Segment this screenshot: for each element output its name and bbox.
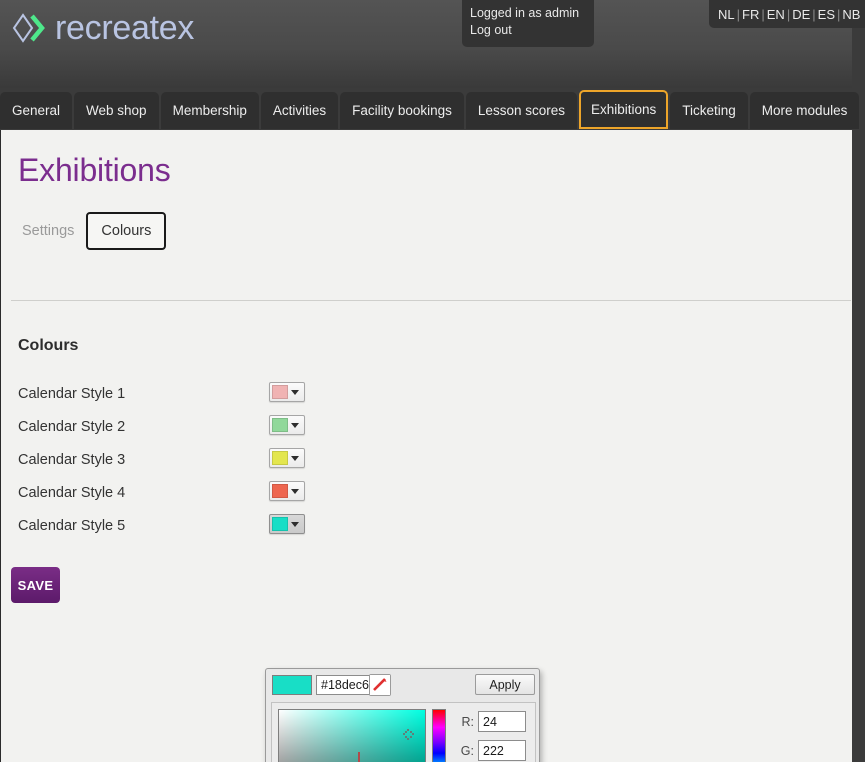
chevron-down-icon <box>291 522 299 527</box>
chevron-down-icon <box>291 423 299 428</box>
sub-tab-settings[interactable]: Settings <box>16 219 80 243</box>
logged-in-label: Logged in as admin <box>470 5 594 22</box>
module-nav-bar: GeneralWeb shopMembershipActivitiesFacil… <box>0 88 852 130</box>
sub-tab-colours[interactable]: Colours <box>86 212 166 250</box>
field-label-g: G: <box>458 744 474 758</box>
sub-tab-list: SettingsColours <box>16 212 166 250</box>
colour-swatch-dropdown-2[interactable] <box>269 415 305 435</box>
colour-row-label: Calendar Style 2 <box>18 419 125 435</box>
colour-row: Calendar Style 1 <box>1 382 852 415</box>
chevron-down-icon <box>291 456 299 461</box>
chevron-down-icon <box>291 390 299 395</box>
app-window: recreatex Logged in as admin Log out NL|… <box>0 0 865 762</box>
colour-row: Calendar Style 4 <box>1 481 852 514</box>
nav-tab-general[interactable]: General <box>0 92 72 129</box>
field-input-r[interactable] <box>478 711 526 732</box>
saturation-value-box[interactable] <box>278 709 426 762</box>
sv-black-layer <box>279 710 425 762</box>
language-link-de[interactable]: DE <box>791 7 811 22</box>
chevron-down-icon <box>291 489 299 494</box>
colour-row-label: Calendar Style 1 <box>18 386 125 402</box>
colour-row: Calendar Style 3 <box>1 448 852 481</box>
colour-preview-swatch <box>272 675 312 695</box>
field-label-r: R: <box>458 715 474 729</box>
colour-row-label: Calendar Style 5 <box>18 518 125 534</box>
field-row-g: G: <box>458 736 526 762</box>
colour-chip <box>272 451 288 465</box>
nav-tab-lesson-scores[interactable]: Lesson scores <box>466 92 577 129</box>
page-title: Exhibitions <box>18 152 171 189</box>
language-link-en[interactable]: EN <box>766 7 786 22</box>
language-link-fr[interactable]: FR <box>741 7 760 22</box>
content-area: Exhibitions SettingsColours Colours Cale… <box>0 130 852 762</box>
colour-swatch-dropdown-3[interactable] <box>269 448 305 468</box>
nav-tab-membership[interactable]: Membership <box>161 92 259 129</box>
colour-row-label: Calendar Style 4 <box>18 485 125 501</box>
top-bar: recreatex Logged in as admin Log out NL|… <box>0 0 852 88</box>
colour-chip <box>272 484 288 498</box>
nav-tab-facility-bookings[interactable]: Facility bookings <box>340 92 464 129</box>
colour-rows-list: Calendar Style 1 Calendar Style 2 Calendar… <box>1 382 852 547</box>
colour-row: Calendar Style 5 <box>1 514 852 547</box>
colour-chip <box>272 517 288 531</box>
module-tab-list: GeneralWeb shopMembershipActivitiesFacil… <box>0 89 861 129</box>
logo-text: recreatex <box>55 11 194 45</box>
hue-slider[interactable] <box>432 709 446 762</box>
hex-input[interactable] <box>316 675 376 695</box>
language-selector: NL|FR|EN|DE|ES|NB <box>709 0 865 28</box>
diamond-chevron-icon <box>12 11 46 45</box>
nav-tab-exhibitions[interactable]: Exhibitions <box>579 90 668 129</box>
colour-picker-header: Apply <box>266 669 539 701</box>
nav-tab-activities[interactable]: Activities <box>261 92 338 129</box>
language-link-nl[interactable]: NL <box>717 7 736 22</box>
colour-swatch-dropdown-5[interactable] <box>269 514 305 534</box>
language-link-es[interactable]: ES <box>817 7 836 22</box>
nav-tab-more-modules[interactable]: More modules <box>750 92 860 129</box>
field-row-r: R: <box>458 707 526 736</box>
save-button[interactable]: SAVE <box>11 567 60 603</box>
logout-link[interactable]: Log out <box>470 22 594 39</box>
colour-picker-body: R:G:B:H:S:V: <box>271 702 536 762</box>
colour-value-fields: R:G:B:H:S:V: <box>458 707 526 762</box>
colour-picker-popup: Apply R:G:B:H:S:V: <box>265 668 540 762</box>
apply-button[interactable]: Apply <box>475 674 535 695</box>
language-link-nb[interactable]: NB <box>841 7 861 22</box>
colour-row-label: Calendar Style 3 <box>18 452 125 468</box>
field-input-g[interactable] <box>478 740 526 761</box>
colour-row: Calendar Style 2 <box>1 415 852 448</box>
nav-tab-web-shop[interactable]: Web shop <box>74 92 159 129</box>
section-title: Colours <box>18 337 78 355</box>
eyedropper-icon[interactable] <box>369 674 391 696</box>
nav-tab-ticketing[interactable]: Ticketing <box>670 92 748 129</box>
colour-chip <box>272 418 288 432</box>
colour-swatch-dropdown-4[interactable] <box>269 481 305 501</box>
app-logo[interactable]: recreatex <box>12 11 194 45</box>
section-divider <box>11 300 851 301</box>
colour-swatch-dropdown-1[interactable] <box>269 382 305 402</box>
user-status-box: Logged in as admin Log out <box>462 0 594 47</box>
colour-chip <box>272 385 288 399</box>
